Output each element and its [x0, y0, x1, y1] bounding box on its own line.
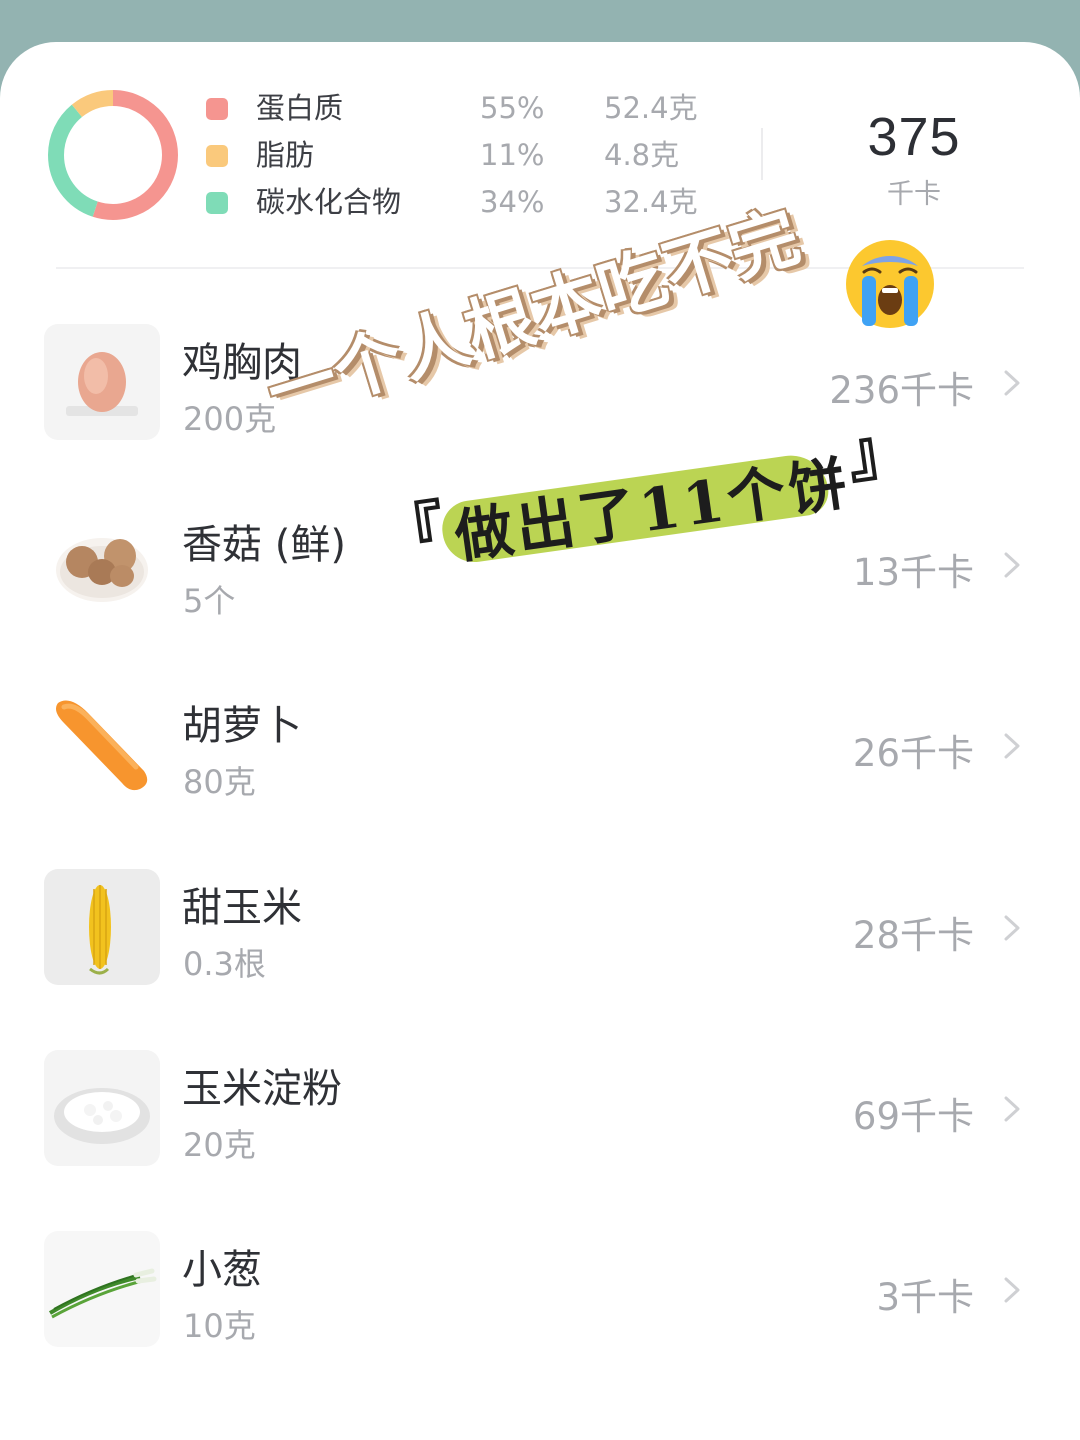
carrot-icon: [44, 687, 160, 803]
macro-percent: 11%: [480, 138, 545, 172]
macro-row-carbs: 碳水化合物 34% 32.4克: [204, 182, 724, 222]
food-name: 香菇 (鲜): [182, 522, 346, 568]
food-name: 胡萝卜: [182, 703, 302, 749]
food-quantity: 0.3根: [183, 945, 266, 983]
macro-name: 脂肪: [256, 138, 315, 172]
food-name: 小葱: [182, 1247, 262, 1293]
food-item-sweet-corn[interactable]: 甜玉米 0.3根 28千卡: [0, 869, 1080, 1029]
food-item-shiitake[interactable]: 香菇 (鲜) 5个 13千卡: [0, 506, 1080, 666]
summary-divider: [761, 128, 763, 180]
food-quantity: 10克: [183, 1307, 256, 1345]
carbs-color-dot: [206, 192, 228, 214]
food-quantity: 5个: [183, 582, 236, 620]
fat-color-dot: [206, 145, 228, 167]
macro-name: 碳水化合物: [256, 185, 402, 219]
food-name: 鸡胸肉: [182, 340, 302, 386]
food-quantity: 20克: [183, 1126, 256, 1164]
total-calories: 375: [867, 107, 961, 167]
chevron-right-icon: [1004, 1277, 1020, 1303]
chevron-right-icon: [1004, 915, 1020, 941]
macro-row-protein: 蛋白质 55% 52.4克: [204, 88, 724, 128]
food-quantity: 80克: [183, 763, 256, 801]
macro-percent: 34%: [480, 185, 545, 219]
food-item-scallion[interactable]: 小葱 10克 3千卡: [0, 1231, 1080, 1391]
section-divider: [56, 267, 1024, 269]
scallion-icon: [44, 1231, 160, 1347]
food-calories: 3千卡: [876, 1276, 974, 1319]
macro-percent: 55%: [480, 91, 545, 125]
food-name: 甜玉米: [182, 885, 302, 931]
food-calories: 13千卡: [852, 551, 974, 594]
food-calories: 26千卡: [852, 732, 974, 775]
chevron-right-icon: [1004, 552, 1020, 578]
cornstarch-icon: [44, 1050, 160, 1166]
food-calories: 69千卡: [852, 1095, 974, 1138]
chevron-right-icon: [1004, 370, 1020, 396]
macro-donut-chart: [48, 90, 178, 220]
shiitake-mushroom-icon: [44, 506, 160, 622]
macro-row-fat: 脂肪 11% 4.8克: [204, 135, 724, 175]
food-calories: 236千卡: [829, 369, 974, 412]
macro-name: 蛋白质: [256, 91, 344, 125]
food-item-cornstarch[interactable]: 玉米淀粉 20克 69千卡: [0, 1050, 1080, 1210]
food-name: 玉米淀粉: [182, 1066, 342, 1112]
macro-amount: 4.8克: [604, 138, 680, 172]
macro-amount: 52.4克: [604, 91, 698, 125]
food-item-chicken-breast[interactable]: 鸡胸肉 200克 236千卡: [0, 324, 1080, 484]
food-item-carrot[interactable]: 胡萝卜 80克 26千卡: [0, 687, 1080, 847]
total-calories-unit: 千卡: [887, 179, 941, 210]
chevron-right-icon: [1004, 1096, 1020, 1122]
chicken-breast-icon: [44, 324, 160, 440]
food-calories: 28千卡: [852, 914, 974, 957]
food-quantity: 200克: [183, 400, 277, 438]
macro-amount: 32.4克: [604, 185, 698, 219]
corn-icon: [44, 869, 160, 985]
chevron-right-icon: [1004, 733, 1020, 759]
protein-color-dot: [206, 98, 228, 120]
